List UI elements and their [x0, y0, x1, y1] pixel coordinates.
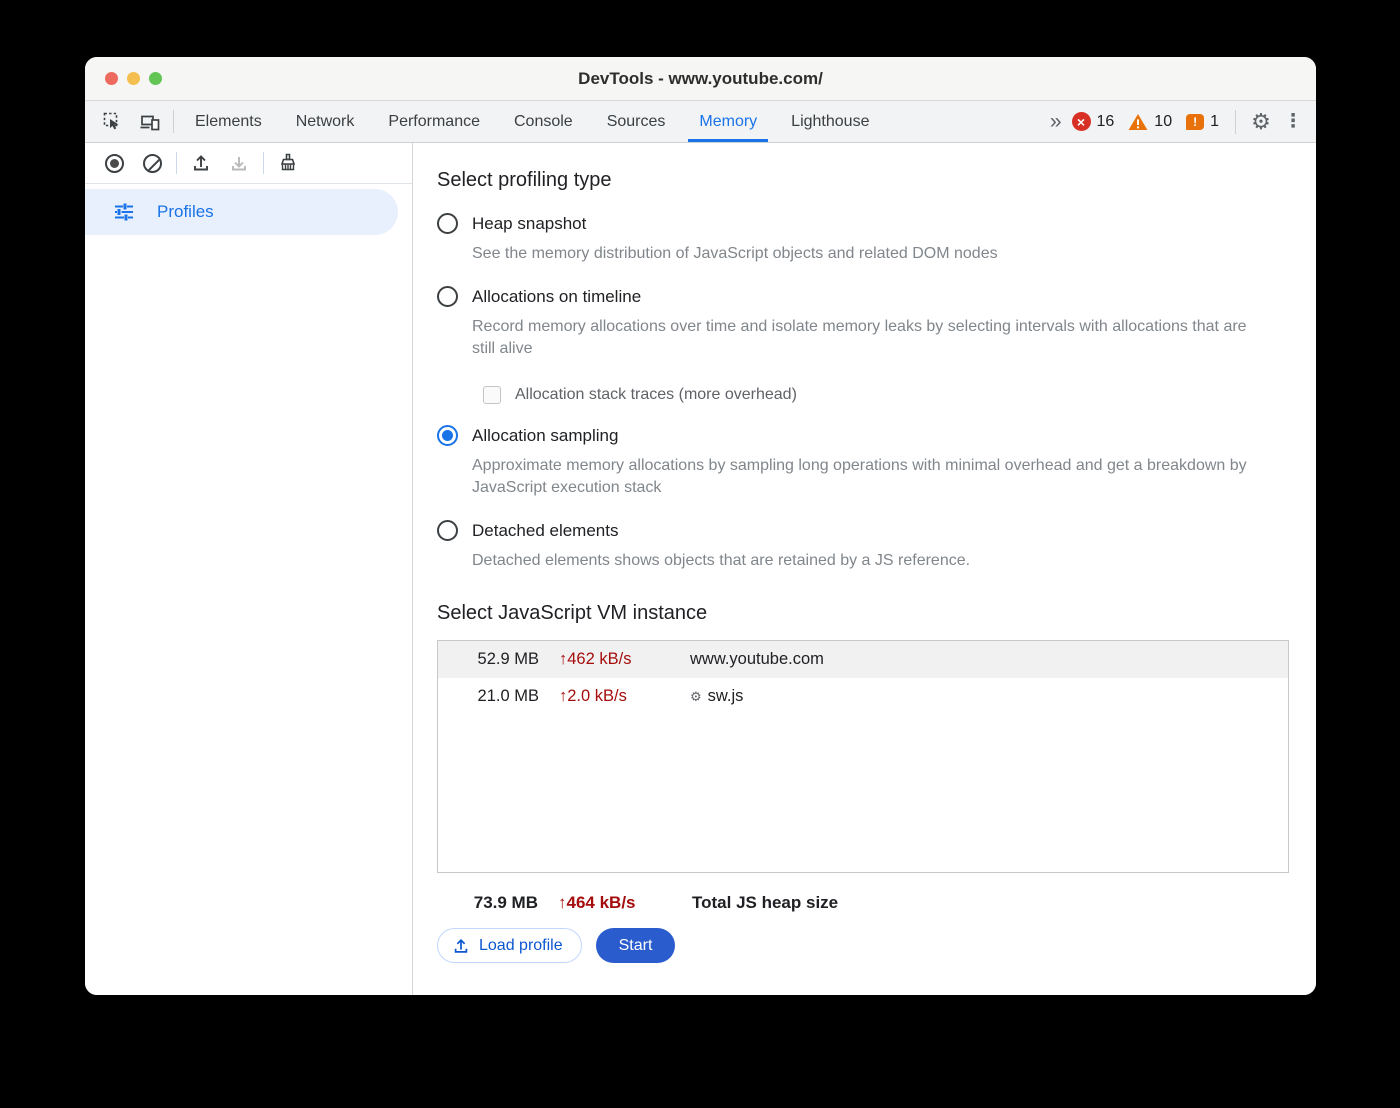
option-description: Detached elements shows objects that are…: [472, 550, 1289, 572]
option-description: See the memory distribution of JavaScrip…: [472, 243, 1289, 265]
option-heap-snapshot: Heap snapshot See the memory distributio…: [437, 213, 1289, 265]
warning-badge[interactable]: 10: [1128, 113, 1178, 131]
vm-name: ⚙ sw.js: [690, 687, 1288, 706]
allocation-stack-traces-checkbox[interactable]: Allocation stack traces (more overhead): [483, 386, 1289, 404]
radio-icon: [437, 520, 458, 541]
titlebar: DevTools - www.youtube.com/: [85, 57, 1316, 101]
vm-rate: ↑462 kB/s: [559, 650, 669, 669]
tab-elements[interactable]: Elements: [178, 101, 279, 142]
load-profile-button[interactable]: Load profile: [437, 928, 582, 963]
action-buttons: Load profile Start: [437, 928, 1289, 963]
vm-instance-table: 52.9 MB ↑462 kB/s www.youtube.com 21.0 M…: [437, 640, 1289, 873]
total-size: 73.9 MB: [437, 893, 538, 913]
vm-rate: ↑2.0 kB/s: [559, 687, 669, 706]
tab-network[interactable]: Network: [279, 101, 372, 142]
clear-profiles-icon[interactable]: [135, 146, 169, 180]
checkbox-icon: [483, 386, 501, 404]
radio-icon: [437, 286, 458, 307]
window-title: DevTools - www.youtube.com/: [85, 69, 1316, 89]
vm-row-youtube[interactable]: 52.9 MB ↑462 kB/s www.youtube.com: [438, 641, 1288, 678]
total-heap-row: 73.9 MB ↑464 kB/s Total JS heap size: [437, 893, 1289, 913]
kebab-menu-icon[interactable]: ⋮: [1280, 110, 1306, 133]
option-allocation-sampling: Allocation sampling Approximate memory a…: [437, 425, 1289, 499]
warning-count: 10: [1154, 113, 1172, 131]
devtools-tabbar: Elements Network Performance Console Sou…: [85, 101, 1316, 143]
profiling-type-heading: Select profiling type: [437, 169, 1289, 192]
toolbar-separator: [263, 152, 264, 174]
more-tabs-icon[interactable]: »: [1042, 110, 1068, 134]
warning-icon: [1128, 113, 1148, 131]
vm-instance-heading: Select JavaScript VM instance: [437, 602, 1289, 625]
issues-badge[interactable]: ! 1: [1186, 113, 1225, 131]
tab-performance[interactable]: Performance: [371, 101, 497, 142]
record-profile-icon[interactable]: [97, 146, 131, 180]
profiles-toolbar: [85, 143, 412, 184]
memory-panel: Select profiling type Heap snapshot See …: [413, 143, 1316, 995]
radio-heap-snapshot[interactable]: Heap snapshot: [437, 213, 1289, 234]
option-description: Record memory allocations over time and …: [472, 316, 1262, 360]
issues-count: 1: [1210, 113, 1219, 131]
start-button[interactable]: Start: [596, 928, 676, 963]
sidebar-item-profiles[interactable]: Profiles: [85, 189, 398, 235]
vm-name: www.youtube.com: [690, 650, 1288, 669]
issue-icon: !: [1186, 114, 1204, 130]
error-count: 16: [1097, 113, 1115, 131]
inspect-element-icon[interactable]: [93, 101, 131, 142]
traffic-lights: [105, 72, 162, 85]
error-icon: ×: [1072, 112, 1091, 131]
tabbar-right-cluster: » × 16 10 ! 1 ⚙ ⋮: [1042, 101, 1316, 142]
total-rate: ↑464 kB/s: [558, 893, 671, 913]
devtools-window: DevTools - www.youtube.com/ Elements Net…: [85, 57, 1316, 995]
radio-detached-elements[interactable]: Detached elements: [437, 520, 1289, 541]
minimize-window-button[interactable]: [127, 72, 140, 85]
maximize-window-button[interactable]: [149, 72, 162, 85]
option-allocations-timeline: Allocations on timeline Record memory al…: [437, 286, 1289, 404]
tab-console[interactable]: Console: [497, 101, 590, 142]
tabbar-separator: [173, 110, 174, 133]
vm-size: 52.9 MB: [438, 650, 539, 669]
upload-icon: [452, 937, 470, 955]
radio-allocations-timeline[interactable]: Allocations on timeline: [437, 286, 1289, 307]
radio-selected-icon: [437, 425, 458, 446]
option-description: Approximate memory allocations by sampli…: [472, 455, 1289, 499]
memory-sidebar: Profiles: [85, 143, 413, 995]
total-label: Total JS heap size: [692, 893, 1289, 913]
toolbar-separator: [176, 152, 177, 174]
download-profile-icon[interactable]: [222, 146, 256, 180]
tab-memory[interactable]: Memory: [682, 101, 774, 142]
radio-icon: [437, 213, 458, 234]
tab-sources[interactable]: Sources: [590, 101, 683, 142]
close-window-button[interactable]: [105, 72, 118, 85]
load-profile-label: Load profile: [479, 937, 563, 955]
error-badge[interactable]: × 16: [1072, 112, 1121, 131]
worker-gear-icon: ⚙: [690, 689, 702, 705]
profiles-label: Profiles: [157, 202, 214, 222]
settings-gear-icon[interactable]: ⚙: [1242, 109, 1280, 135]
tab-lighthouse[interactable]: Lighthouse: [774, 101, 886, 142]
vm-size: 21.0 MB: [438, 687, 539, 706]
profiles-tune-icon: [113, 201, 135, 223]
radio-allocation-sampling[interactable]: Allocation sampling: [437, 425, 1289, 446]
device-toolbar-icon[interactable]: [131, 101, 169, 142]
upload-profile-icon[interactable]: [184, 146, 218, 180]
clear-all-broom-icon[interactable]: [271, 146, 305, 180]
panel-tabs: Elements Network Performance Console Sou…: [178, 101, 886, 142]
option-detached-elements: Detached elements Detached elements show…: [437, 520, 1289, 572]
settings-separator: [1235, 110, 1236, 134]
vm-row-swjs[interactable]: 21.0 MB ↑2.0 kB/s ⚙ sw.js: [438, 678, 1288, 715]
